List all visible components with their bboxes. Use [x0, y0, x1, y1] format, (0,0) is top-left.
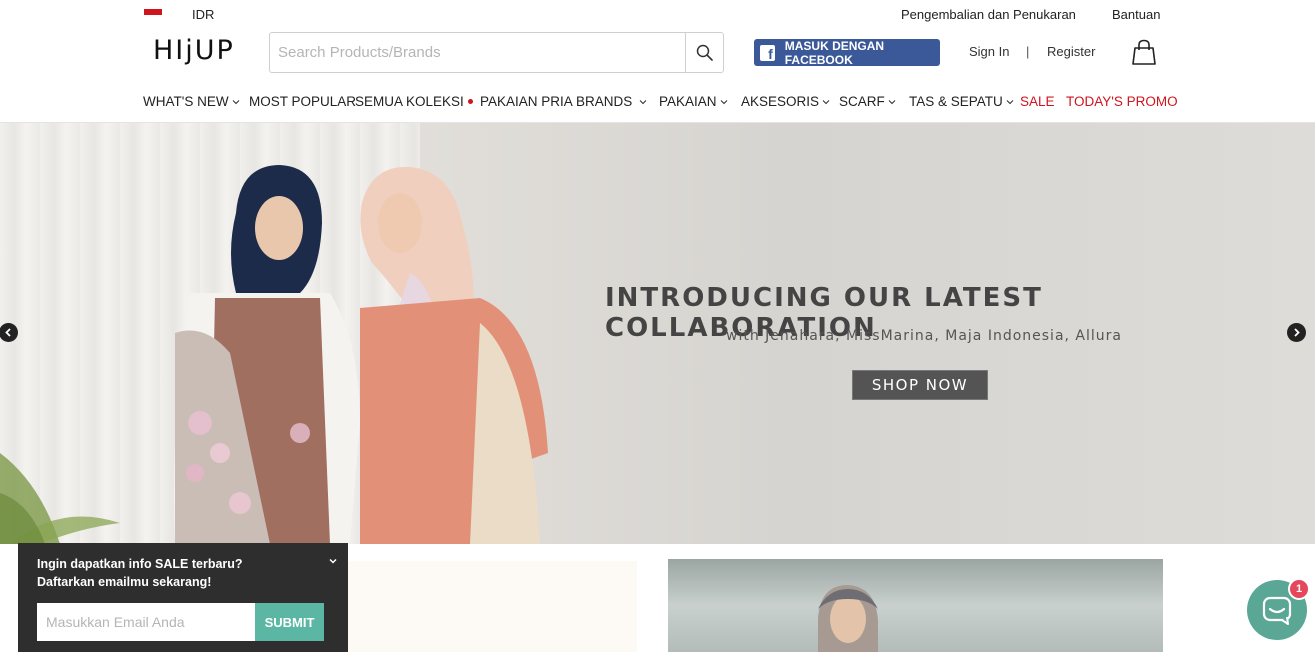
facebook-icon: f [760, 44, 775, 61]
nav-label: MOST POPULAR [249, 94, 357, 109]
chevron-down-icon [822, 99, 830, 104]
returns-exchanges-link[interactable]: Pengembalian dan Penukaran [901, 7, 1076, 22]
nav-label: TAS & SEPATU [909, 94, 1003, 109]
nav-brands[interactable]: BRANDS [576, 94, 647, 109]
nav-todays-promo[interactable]: TODAY'S PROMO [1066, 94, 1178, 109]
sign-in-link[interactable]: Sign In [969, 44, 1009, 59]
nav-label: AKSESORIS [741, 94, 820, 109]
promo-model-image [818, 585, 878, 652]
chat-icon [1262, 596, 1292, 625]
search-input[interactable] [270, 33, 685, 72]
indonesia-flag-icon[interactable] [144, 9, 162, 21]
new-indicator-dot [468, 99, 473, 104]
nav-pakaian-pria[interactable]: PAKAIAN PRIA [468, 94, 573, 109]
chevron-down-icon [1006, 99, 1014, 104]
nav-label: SALE [1020, 94, 1055, 109]
nav-scarf[interactable]: SCARF [839, 94, 896, 109]
newsletter-popup: Ingin dapatkan info SALE terbaru? Daftar… [18, 543, 348, 652]
search-icon [696, 44, 713, 61]
newsletter-line-1: Ingin dapatkan info SALE terbaru? [37, 557, 243, 571]
help-link[interactable]: Bantuan [1112, 7, 1160, 22]
newsletter-text: Ingin dapatkan info SALE terbaru? Daftar… [37, 555, 297, 591]
auth-separator: | [1026, 44, 1030, 59]
chevron-right-icon [1294, 328, 1300, 337]
chevron-down-icon [639, 99, 647, 104]
currency-selector[interactable]: IDR [192, 7, 214, 22]
chevron-down-icon [232, 99, 239, 104]
facebook-login-label: MASUK DENGAN FACEBOOK [784, 38, 885, 67]
search-bar [269, 32, 724, 73]
shopping-bag-button[interactable] [1131, 39, 1157, 65]
hero-banner[interactable]: INTRODUCING OUR LATEST COLLABORATION wit… [0, 123, 1315, 544]
nav-pakaian[interactable]: PAKAIAN [659, 94, 728, 109]
nav-label: SCARF [839, 94, 885, 109]
nav-label: PAKAIAN PRIA [480, 94, 573, 109]
chevron-down-icon [720, 99, 727, 104]
nav-label: WHAT'S NEW [143, 94, 229, 109]
chevron-down-icon [888, 99, 896, 104]
chat-notification-badge: 1 [1288, 578, 1310, 600]
nav-tas-sepatu[interactable]: TAS & SEPATU [909, 94, 1014, 109]
nav-semua-koleksi[interactable]: SEMUA KOLEKSI [355, 94, 464, 109]
carousel-next-button[interactable] [1287, 323, 1306, 342]
nav-most-popular[interactable]: MOST POPULAR [249, 94, 356, 109]
promo-tile-right[interactable] [668, 559, 1163, 652]
site-logo[interactable]: HIjUP [153, 35, 235, 66]
newsletter-line-2: Daftarkan emailmu sekarang! [37, 575, 212, 589]
hero-models-image [0, 165, 548, 544]
nav-label: BRANDS [576, 94, 633, 109]
nav-aksesoris[interactable]: AKSESORIS [741, 94, 830, 109]
nav-whats-new[interactable]: WHAT'S NEW [143, 94, 240, 109]
shop-now-button[interactable]: SHOP NOW [852, 370, 988, 400]
nav-label: PAKAIAN [659, 94, 717, 109]
newsletter-submit-button[interactable]: SUBMIT [255, 603, 324, 641]
chevron-down-icon[interactable] [327, 555, 339, 567]
register-link[interactable]: Register [1047, 44, 1095, 59]
promo-tile-left[interactable] [347, 561, 637, 652]
nav-sale[interactable]: SALE [1020, 94, 1055, 109]
facebook-login-button[interactable]: f MASUK DENGAN FACEBOOK [754, 38, 940, 67]
flag-white-stripe [144, 15, 162, 21]
chevron-left-icon [5, 328, 11, 337]
newsletter-email-input[interactable] [37, 603, 255, 641]
nav-label: TODAY'S PROMO [1066, 94, 1178, 109]
shopping-bag-icon [1132, 39, 1156, 65]
hero-subtitle: with Jenahara, MissMarina, Maja Indonesi… [726, 328, 1122, 344]
main-navigation: WHAT'S NEW MOST POPULAR SEMUA KOLEKSI PA… [0, 90, 1315, 122]
search-button[interactable] [685, 33, 723, 72]
top-utility-bar: IDR Pengembalian dan Penukaran Bantuan [0, 0, 1315, 30]
nav-label: SEMUA KOLEKSI [355, 94, 464, 109]
